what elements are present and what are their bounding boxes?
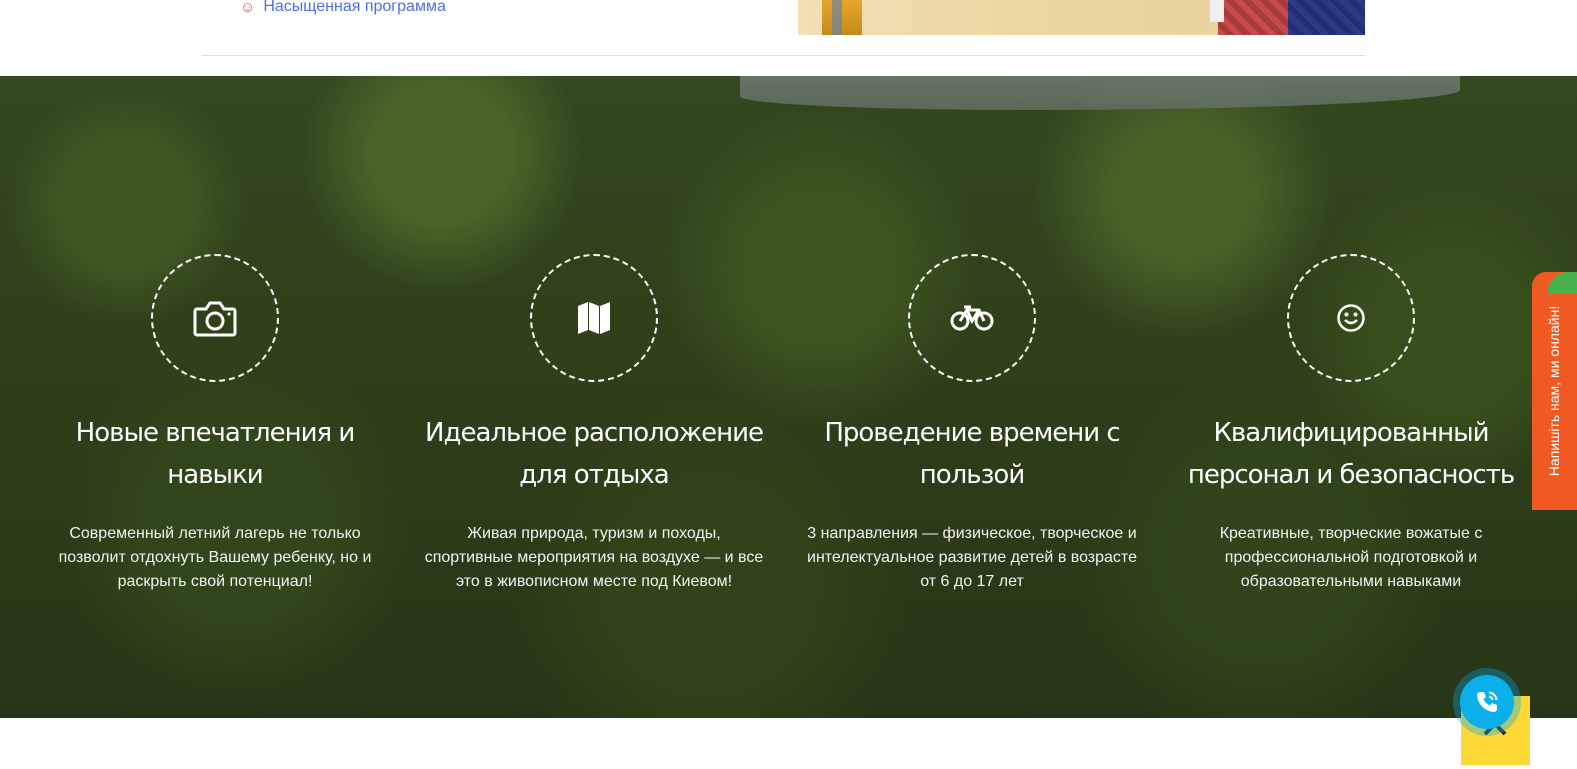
camp-photo [798,0,1365,35]
top-strip: ☺ Насыщенная программа [0,0,1577,76]
features-row: Новые впечатления и навыки Современный л… [0,76,1577,718]
feature-icon-circle [1287,254,1415,382]
program-list-item[interactable]: ☺ Насыщенная программа [240,0,446,18]
program-item-label: Насыщенная программа [263,0,446,15]
chat-tab-label: Напишіть нам, ми онлайн! [1546,305,1563,477]
forest-background-section: Новые впечатления и навыки Современный л… [0,76,1577,718]
camera-icon [193,301,237,337]
feature-icon-circle [908,254,1036,382]
feature-text: Живая природа, туризм и походы, спортивн… [424,525,764,590]
callback-button[interactable] [1453,668,1521,736]
smile-icon [1337,304,1365,332]
feature-impressions: Новые впечатления и навыки Современный л… [25,254,405,594]
feature-staff-safety: Квалифицированный персонал и безопасност… [1161,254,1541,594]
bicycle-icon [950,305,994,331]
section-divider [202,55,1365,56]
feature-title: Новые впечатления и навыки [75,418,356,490]
feature-text: Креативные, творческие вожатые с професс… [1219,525,1483,590]
feature-title: Проведение времени с пользой [824,418,1120,490]
phone-icon [1477,691,1498,712]
feature-icon-circle [530,254,658,382]
feature-useful-time: Проведение времени с пользой 3 направлен… [782,254,1162,594]
feature-text: Современный летний лагерь не только позв… [58,525,372,590]
smile-icon: ☺ [240,0,256,16]
feature-location: Идеальное расположение для отдыха Живая … [404,254,784,594]
online-chat-tab[interactable]: Напишіть нам, ми онлайн! [1532,272,1577,510]
feature-title: Квалифицированный персонал и безопасност… [1187,418,1515,490]
chat-tab-accent [1547,272,1577,294]
map-icon [578,302,610,334]
feature-title: Идеальное расположение для отдыха [425,418,764,490]
feature-icon-circle [151,254,279,382]
feature-text: 3 направления — физическое, творческое и… [807,525,1137,590]
